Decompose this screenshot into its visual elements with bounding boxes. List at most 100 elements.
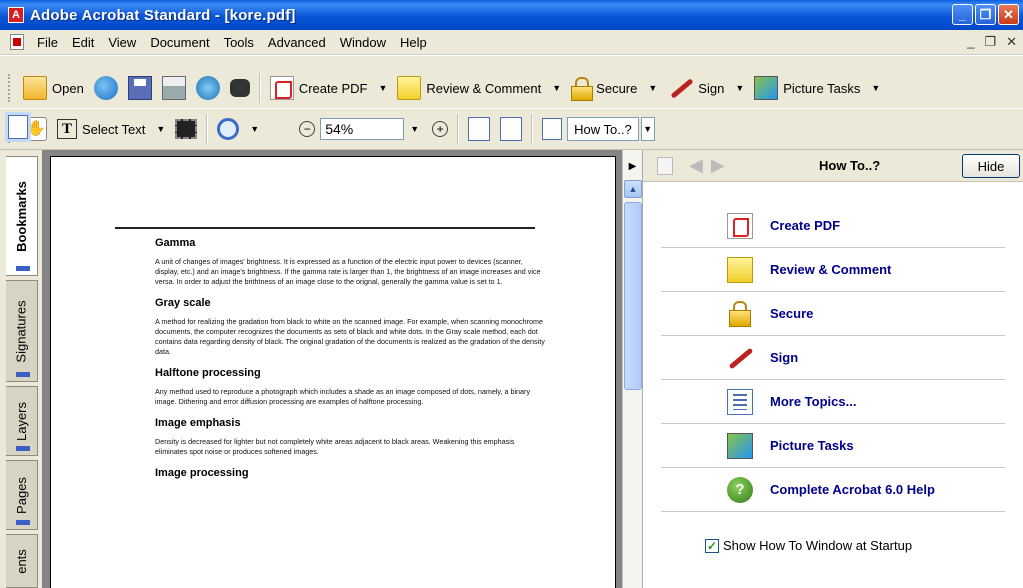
doc-restore-button[interactable]: ❐ [984, 34, 996, 50]
topic-complete-help[interactable]: ? Complete Acrobat 6.0 Help [661, 468, 1005, 512]
review-comment-button[interactable]: Review & Comment ▼ [392, 73, 566, 103]
chevron-down-icon[interactable]: ▼ [378, 83, 387, 93]
close-button[interactable]: ✕ [998, 4, 1019, 25]
fit-width-button[interactable] [8, 114, 294, 144]
topic-secure[interactable]: Secure [661, 292, 1005, 336]
minimize-button[interactable]: _ [952, 4, 973, 25]
select-text-button[interactable]: T Select Text ▼ [52, 114, 170, 144]
topic-picture-tasks[interactable]: Picture Tasks [661, 424, 1005, 468]
tab-signatures[interactable]: Signatures [6, 280, 38, 382]
chevron-down-icon[interactable]: ▼ [250, 124, 259, 134]
document-menu-icon[interactable] [10, 34, 24, 50]
section-heading: Image processing [155, 467, 249, 479]
chevron-down-icon[interactable]: ▼ [640, 117, 655, 141]
tab-layers[interactable]: Layers [6, 386, 38, 456]
topic-sign[interactable]: Sign [661, 336, 1005, 380]
toolbar-separator [531, 114, 534, 144]
topic-label[interactable]: Picture Tasks [770, 438, 854, 453]
doc-minimize-button[interactable]: _ [967, 34, 974, 50]
tab-layers-label: Layers [14, 401, 29, 441]
save-button[interactable] [123, 73, 157, 103]
section-heading: Gamma [155, 237, 196, 249]
how-to-home-icon[interactable] [657, 156, 673, 175]
topic-label[interactable]: Complete Acrobat 6.0 Help [770, 482, 935, 497]
rotate-left-button[interactable] [463, 114, 495, 144]
chevron-down-icon[interactable]: ▼ [156, 124, 165, 134]
topic-label[interactable]: More Topics... [770, 394, 856, 409]
menu-window[interactable]: Window [333, 35, 393, 50]
topic-label[interactable]: Secure [770, 306, 813, 321]
picture-tasks-icon [754, 76, 779, 100]
tab-comments[interactable]: ents [6, 534, 38, 588]
review-comment-icon [397, 76, 422, 100]
print-icon [161, 76, 186, 100]
zoom-in-icon: + [432, 121, 449, 137]
actual-size-button[interactable] [8, 114, 274, 144]
forward-arrow-icon[interactable]: ▶ [711, 155, 725, 176]
menu-view[interactable]: View [101, 35, 143, 50]
menu-document[interactable]: Document [143, 35, 216, 50]
document-view[interactable]: Gamma A unit of changes of images' brigh… [42, 150, 622, 588]
search-button[interactable] [225, 73, 255, 103]
topic-label[interactable]: Create PDF [770, 218, 840, 233]
section-body: Any method used to reproduce a photograp… [155, 387, 531, 406]
open-button[interactable]: Open [18, 73, 89, 103]
zoom-level-field[interactable]: 54% [320, 118, 405, 140]
picture-tasks-icon [727, 432, 753, 459]
create-pdf-button[interactable]: Create PDF ▼ [265, 73, 393, 103]
sign-button[interactable]: Sign ▼ [662, 73, 749, 103]
hide-button[interactable]: Hide [962, 154, 1020, 178]
window-title: Adobe Acrobat Standard - [kore.pdf] [30, 6, 296, 24]
startup-checkbox[interactable]: ✓ [705, 538, 719, 553]
back-arrow-icon[interactable]: ◀ [689, 155, 703, 176]
restore-button[interactable]: ❐ [975, 4, 996, 25]
doc-close-button[interactable]: ✕ [1006, 34, 1017, 50]
toolbar-separator [206, 114, 209, 144]
how-to-panel: ◀ ▶ How To..? Hide Create PDF Review & C… [642, 150, 1023, 588]
zoom-icon [217, 118, 240, 140]
chevron-down-icon[interactable]: ▼ [552, 83, 561, 93]
tab-bookmarks-label: Bookmarks [14, 180, 29, 252]
picture-tasks-button[interactable]: Picture Tasks ▼ [749, 73, 885, 103]
tab-indicator [16, 520, 30, 525]
secure-button[interactable]: Secure ▼ [566, 73, 662, 103]
organizer-button[interactable] [89, 73, 123, 103]
zoom-tool-button[interactable]: ▼ [212, 114, 264, 144]
chevron-down-icon[interactable]: ▼ [648, 83, 657, 93]
how-to-dropdown[interactable]: How To..? [567, 117, 639, 141]
scroll-thumb[interactable] [624, 202, 642, 390]
menu-tools[interactable]: Tools [217, 35, 261, 50]
window-controls: _ ❐ ✕ [952, 4, 1019, 25]
fit-page-button[interactable] [8, 114, 284, 144]
rotate-right-button[interactable] [495, 114, 527, 144]
menu-advanced[interactable]: Advanced [261, 35, 333, 50]
snapshot-button[interactable] [170, 114, 202, 144]
topic-label[interactable]: Sign [770, 350, 798, 365]
how-to-toggle-button[interactable] [537, 114, 567, 144]
zoom-out-button[interactable]: − [294, 114, 320, 144]
chevron-down-icon[interactable]: ▼ [735, 83, 744, 93]
acrobat-app-icon[interactable]: A [8, 7, 24, 23]
print-button[interactable] [157, 73, 191, 103]
chevron-down-icon[interactable]: ▼ [871, 83, 880, 93]
rotate-right-icon [500, 117, 523, 141]
menu-edit[interactable]: Edit [65, 35, 101, 50]
topic-review-comment[interactable]: Review & Comment [661, 248, 1005, 292]
tab-bookmarks[interactable]: Bookmarks [6, 156, 38, 276]
menu-help[interactable]: Help [393, 35, 434, 50]
topic-create-pdf[interactable]: Create PDF [661, 204, 1005, 248]
toolbar-grip[interactable] [8, 74, 12, 102]
email-button[interactable] [191, 73, 225, 103]
zoom-in-button[interactable]: + [427, 114, 453, 144]
zoom-dropdown-icon[interactable]: ▼ [410, 124, 419, 134]
section-heading: Halftone processing [155, 367, 261, 379]
picture-tasks-label: Picture Tasks [783, 80, 861, 96]
panel-toggle-arrow-icon[interactable]: ▶ [623, 156, 642, 176]
menu-file[interactable]: File [30, 35, 65, 50]
scroll-up-button[interactable]: ▲ [624, 180, 642, 198]
vertical-scrollbar[interactable]: ▶ ▲ [622, 150, 642, 588]
topic-label[interactable]: Review & Comment [770, 262, 891, 277]
email-icon [195, 76, 220, 100]
tab-pages[interactable]: Pages [6, 460, 38, 530]
topic-more-topics[interactable]: More Topics... [661, 380, 1005, 424]
